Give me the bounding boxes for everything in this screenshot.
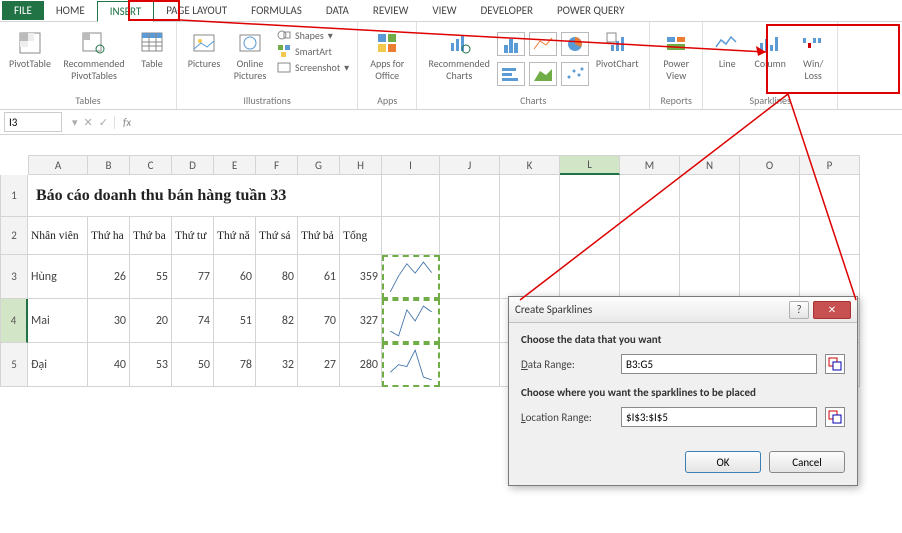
annotation-lines [0, 0, 902, 533]
